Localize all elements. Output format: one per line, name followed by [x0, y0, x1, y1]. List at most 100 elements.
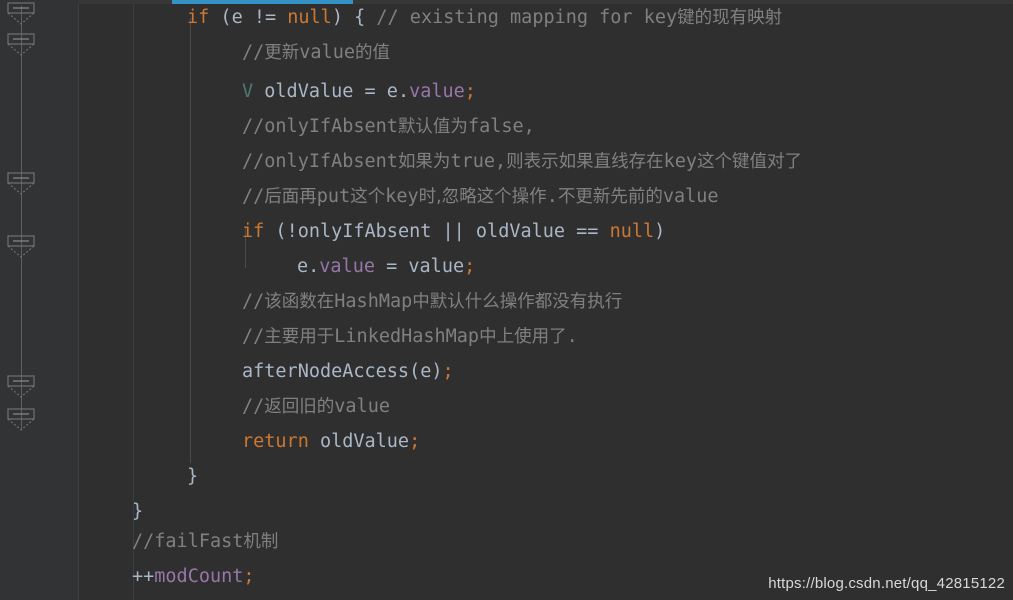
code-token: 后面再: [264, 187, 317, 207]
code-line[interactable]: //主要用于LinkedHashMap中上使用了.: [0, 319, 578, 354]
code-token: //: [242, 396, 265, 417]
code-line[interactable]: afterNodeAccess(e);: [0, 354, 454, 389]
code-line[interactable]: //failFast机制: [0, 524, 278, 559]
code-line[interactable]: if (!onlyIfAbsent || oldValue == null): [0, 214, 665, 249]
code-line[interactable]: //更新value的值: [0, 35, 390, 70]
code-token: 默认值为: [397, 117, 468, 137]
code-token: ;: [442, 361, 454, 382]
code-token: if: [187, 7, 210, 28]
code-line[interactable]: e.value = value;: [0, 249, 475, 284]
code-token: null: [609, 221, 655, 242]
code-line[interactable]: if (e != null) { // existing mapping for…: [0, 0, 782, 35]
code-token: ;: [464, 81, 476, 102]
code-token: value: [397, 256, 465, 277]
code-token: 主要用于: [264, 327, 335, 347]
code-token: ;: [464, 256, 476, 277]
code-token: ) {: [331, 7, 377, 28]
code-token: HashMap: [334, 291, 413, 312]
code-token: if: [242, 221, 265, 242]
code-token: =: [386, 256, 398, 277]
code-token: 则表示如果直线存在: [506, 152, 664, 172]
code-token: e: [297, 256, 309, 277]
code-token: null: [287, 7, 332, 28]
code-token: ==: [576, 221, 599, 242]
code-token: e: [231, 7, 243, 28]
code-line[interactable]: }: [0, 459, 198, 494]
code-token: 这个键值对了: [697, 152, 803, 172]
code-token: //onlyIfAbsent: [242, 116, 398, 137]
code-token: //: [242, 291, 265, 312]
code-token: 返回旧的: [264, 397, 335, 417]
code-token: 时,忽略这个操作: [418, 187, 547, 207]
code-token: LinkedHashMap: [334, 326, 480, 347]
code-token: .: [566, 326, 578, 347]
code-token: (: [264, 221, 287, 242]
code-editor[interactable]: if (e != null) { // existing mapping for…: [0, 0, 1013, 600]
code-token: ;: [409, 431, 421, 452]
code-token: put: [316, 186, 351, 207]
code-token: .: [397, 81, 410, 102]
code-token: 机制: [243, 532, 279, 552]
code-token: value: [319, 256, 375, 277]
code-text-layer[interactable]: if (e != null) { // existing mapping for…: [0, 0, 1013, 600]
code-token: 更新: [264, 43, 300, 63]
code-token: 这个: [350, 187, 386, 207]
code-line[interactable]: //onlyIfAbsent如果为true,则表示如果直线存在key这个键值对了: [0, 144, 802, 179]
code-line[interactable]: //该函数在HashMap中默认什么操作都没有执行: [0, 284, 622, 319]
code-token: value: [662, 186, 719, 207]
code-token: .: [308, 256, 320, 277]
code-token: ++: [132, 566, 155, 587]
code-token: 该函数在: [264, 292, 335, 312]
code-token: e: [375, 81, 398, 102]
code-token: true,: [450, 151, 507, 172]
code-line[interactable]: return oldValue;: [0, 424, 420, 459]
code-token: //: [242, 42, 265, 63]
code-token: 中上使用了: [479, 327, 567, 347]
code-token: return: [242, 431, 309, 452]
code-token: (: [209, 7, 232, 28]
code-token: afterNodeAccess: [242, 361, 410, 382]
code-token: oldValue: [464, 221, 577, 242]
code-token: 键的现有映射: [677, 8, 783, 28]
code-line[interactable]: ++modCount;: [0, 559, 255, 594]
code-line[interactable]: //返回旧的value: [0, 389, 390, 424]
code-token: 的值: [354, 43, 390, 63]
code-token: onlyIfAbsent: [297, 221, 443, 242]
code-token: modCount: [154, 566, 244, 587]
code-token: V: [242, 81, 254, 102]
code-token: !=: [253, 7, 277, 28]
code-token: oldValue: [253, 81, 365, 102]
code-line[interactable]: V oldValue = e.value;: [0, 74, 476, 109]
code-token: //failFast: [132, 531, 244, 552]
code-token: .: [546, 186, 558, 207]
code-token: 不更新先前的: [557, 187, 663, 207]
code-line[interactable]: //后面再put这个key时,忽略这个操作.不更新先前的value: [0, 179, 719, 214]
code-token: ||: [442, 221, 465, 242]
code-token: false,: [467, 116, 535, 137]
code-token: }: [187, 466, 199, 487]
code-token: oldValue: [308, 431, 410, 452]
code-token: (e): [409, 361, 443, 382]
watermark-url: https://blog.csdn.net/qq_42815122: [768, 575, 1005, 592]
code-token: value: [409, 81, 465, 102]
code-token: //onlyIfAbsent: [242, 151, 398, 172]
code-token: ): [654, 221, 666, 242]
code-token: // existing mapping for key: [376, 7, 678, 28]
code-token: ;: [243, 566, 255, 587]
code-token: !: [286, 221, 298, 242]
code-token: }: [132, 501, 144, 522]
code-token: value: [334, 396, 390, 417]
code-token: value: [299, 42, 355, 63]
code-token: //: [242, 326, 265, 347]
code-token: key: [385, 186, 419, 207]
code-token: 如果为: [397, 152, 451, 172]
code-token: 中默认什么操作都没有执行: [412, 292, 623, 312]
code-token: =: [364, 81, 376, 102]
code-token: //: [242, 186, 265, 207]
code-token: key: [663, 151, 698, 172]
code-line[interactable]: //onlyIfAbsent默认值为false,: [0, 109, 535, 144]
